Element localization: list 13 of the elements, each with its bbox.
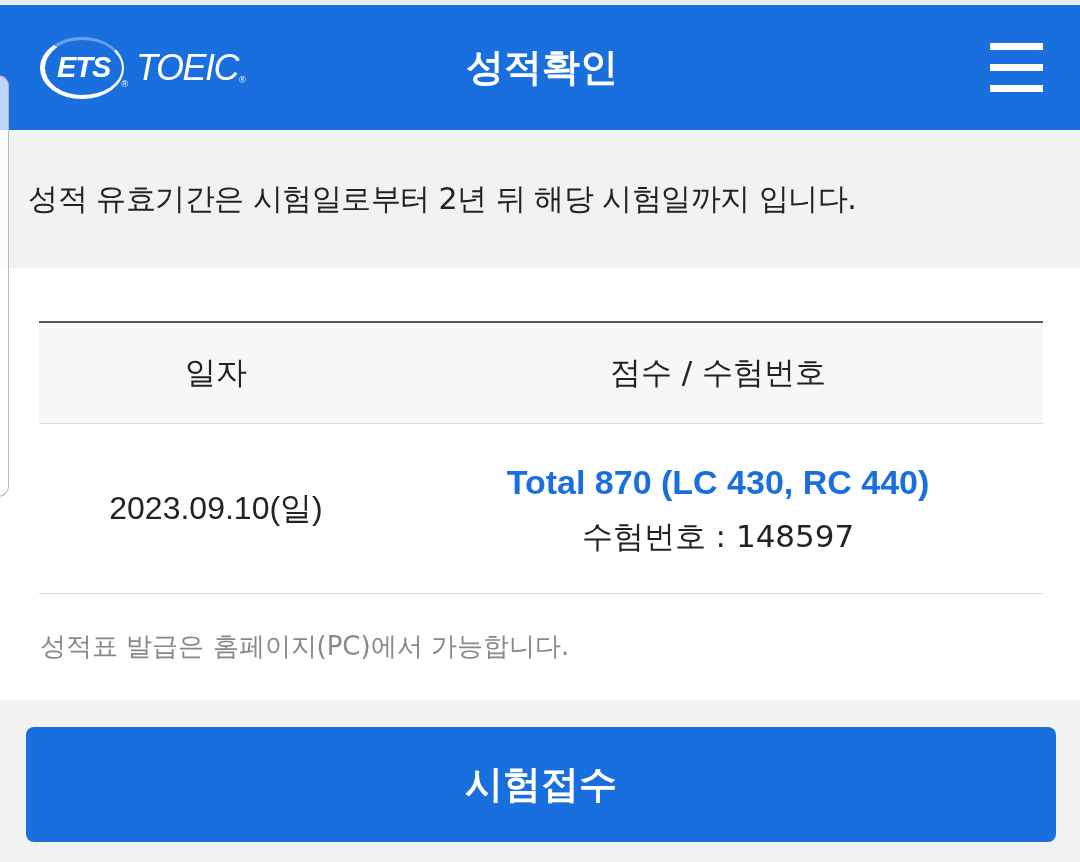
apply-button[interactable]: 시험접수 [26, 727, 1056, 842]
column-header: 일자 [185, 353, 247, 392]
date-cell-text: 2023.09.10(일) [109, 488, 323, 528]
page-title: 성적확인 [465, 44, 618, 91]
toeic-logo: TOEIC [136, 49, 238, 86]
exam-number: 수험번호 : 148597 [581, 517, 855, 557]
footnote-text: 성적표 발급은 홈페이지(PC)에서 가능합니다. [40, 630, 570, 663]
validity-notice: 성적 유효기간은 시험일로부터 2년 뒤 해당 시험일까지 입니다. [28, 179, 857, 218]
score-link[interactable]: Total 870 (LC 430, RC 440) [506, 460, 930, 505]
registered-mark: ® [238, 74, 246, 85]
menu-icon[interactable] [990, 43, 1043, 92]
column-header: 점수 / 수험번호 [609, 353, 827, 392]
edge-panel-handle[interactable] [0, 75, 9, 497]
